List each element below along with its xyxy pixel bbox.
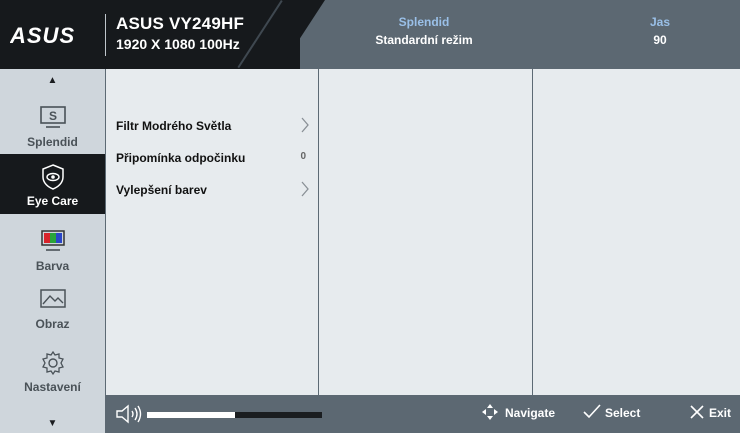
sidebar: ▲ S Splendid Eye Care Barva Obraz Nastav…	[0, 69, 105, 433]
sidebar-item-splendid[interactable]: S Splendid	[0, 105, 105, 153]
menu-item-rest-reminder[interactable]: Připomínka odpočinku 0	[116, 151, 310, 165]
menu-panel: Filtr Modrého Světla Připomínka odpočink…	[106, 69, 318, 395]
volume-slider[interactable]	[147, 412, 322, 418]
sidebar-item-nastaveni[interactable]: Nastavení	[0, 350, 105, 398]
submenu-panel	[319, 69, 532, 395]
model-resolution: 1920 X 1080 100Hz	[116, 36, 240, 52]
splendid-icon: S	[39, 106, 66, 128]
header-bar: ASUS ASUS VY249HF 1920 X 1080 100Hz Sple…	[0, 0, 740, 69]
sidebar-item-label: Nastavení	[24, 380, 81, 394]
scroll-down-icon[interactable]: ▼	[0, 418, 105, 429]
asus-logo: ASUS	[10, 23, 75, 47]
check-icon	[583, 404, 601, 419]
sidebar-item-barva[interactable]: Barva	[0, 229, 105, 277]
scroll-up-icon[interactable]: ▲	[0, 75, 105, 86]
sidebar-item-label: Eye Care	[26, 194, 79, 208]
value-panel	[533, 69, 740, 395]
volume-slider-fill	[147, 412, 235, 418]
menu-item-color-enhancement[interactable]: Vylepšení barev	[116, 181, 310, 197]
svg-text:ASUS: ASUS	[10, 23, 75, 47]
svg-text:S: S	[48, 109, 56, 123]
sidebar-item-label: Splendid	[27, 135, 78, 149]
model-name: ASUS VY249HF	[116, 14, 245, 33]
brightness-status-label: Jas	[649, 15, 671, 29]
osd-window: ASUS ASUS VY249HF 1920 X 1080 100Hz Sple…	[0, 0, 740, 433]
eye-care-icon	[41, 164, 64, 190]
chevron-right-icon	[301, 117, 309, 133]
close-icon	[690, 405, 704, 419]
sidebar-item-obraz[interactable]: Obraz	[0, 287, 105, 335]
menu-item-blue-light-filter[interactable]: Filtr Modrého Světla	[116, 117, 310, 133]
volume-icon	[116, 404, 142, 424]
color-icon	[40, 230, 65, 251]
splendid-status-value: Standardní režim	[375, 33, 473, 47]
splendid-status-label: Splendid	[398, 15, 450, 29]
sidebar-item-label: Barva	[35, 259, 70, 273]
rest-reminder-value: 0	[300, 151, 306, 162]
navigate-icon	[482, 404, 498, 420]
chevron-right-icon	[301, 181, 309, 197]
brightness-status-value: 90	[653, 33, 667, 47]
bottom-bar: Navigate Select Exit	[105, 395, 740, 433]
sidebar-item-label: Obraz	[35, 317, 70, 331]
sidebar-item-eye-care[interactable]: Eye Care	[0, 154, 105, 214]
settings-icon	[41, 350, 64, 376]
image-icon	[39, 289, 66, 308]
